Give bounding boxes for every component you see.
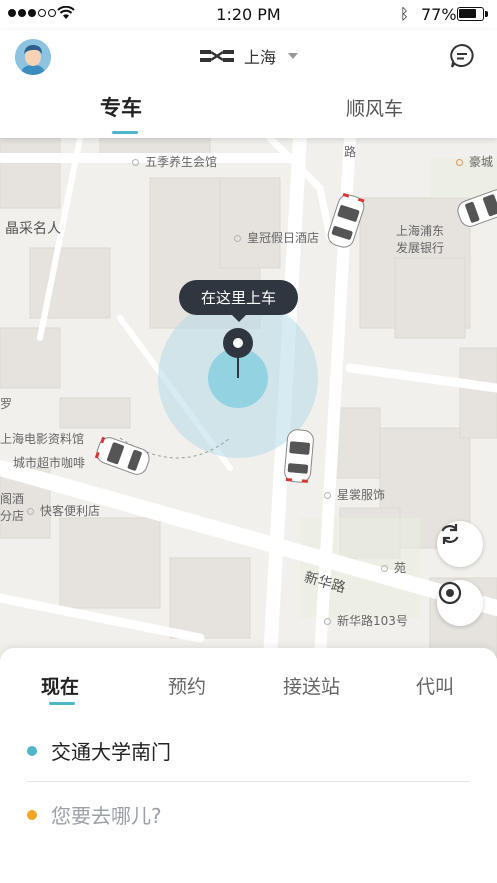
message-icon[interactable] — [448, 42, 476, 70]
map-label-haocheng: 豪城 — [456, 153, 493, 170]
map-label-xingchang: 星裳服饰 — [324, 486, 385, 503]
brand-logo-icon — [200, 50, 234, 62]
tab-now[interactable]: 现在 — [41, 672, 79, 699]
destination-placeholder: 您要去哪儿? — [51, 804, 162, 828]
mode-tab-indicator — [49, 702, 75, 705]
tab-indicator — [112, 131, 138, 134]
map-label-restaurant-2: 分店 — [0, 509, 25, 523]
map-label-convenience: 快客便利店 — [27, 502, 100, 519]
map-label-film-archive: 上海电影资料馆 — [0, 432, 85, 446]
map-label-road: 路 — [344, 145, 357, 159]
tab-zhuanche[interactable]: 专车 — [100, 92, 142, 122]
tab-reserve[interactable]: 预约 — [168, 672, 206, 699]
map-label-city-market: 城市超市咖啡 — [13, 456, 86, 470]
destination-input[interactable]: 您要去哪儿? — [27, 800, 162, 829]
pickup-dot-icon — [27, 745, 37, 756]
map-label-restaurant-1: 阁酒 — [0, 492, 25, 506]
locate-icon — [438, 581, 462, 605]
chevron-down-icon — [288, 53, 299, 59]
pickup-location-text: 交通大学南门 — [51, 740, 171, 764]
refresh-button[interactable] — [437, 521, 483, 567]
map-label-pudong-bank-1: 上海浦东 — [396, 224, 445, 238]
city-name: 上海 — [244, 48, 277, 67]
status-bar: 1:20 PM ᛒ 77% — [0, 0, 497, 30]
map-canvas — [0, 138, 497, 658]
map-label-wuji: 五季养生会馆 — [132, 153, 217, 170]
avatar[interactable] — [15, 39, 51, 75]
tab-airport-transfer[interactable]: 接送站 — [283, 672, 340, 699]
refresh-icon — [441, 524, 459, 544]
booking-panel: 现在 预约 接送站 代叫 交通大学南门 您要去哪儿? — [0, 648, 497, 883]
map-label-huangguan: 皇冠假日酒店 — [234, 229, 319, 246]
map-label-jingcai: 晶采名人 — [5, 221, 61, 237]
pickup-location-row[interactable]: 交通大学南门 — [27, 736, 171, 765]
map-label-pudong-bank-2: 发展银行 — [396, 241, 445, 255]
map-label-yuan: 苑 — [381, 559, 406, 576]
locate-button[interactable] — [437, 580, 483, 626]
tab-shunfengche[interactable]: 顺风车 — [346, 94, 403, 121]
bluetooth-icon: ᛒ — [400, 5, 410, 23]
battery-percent: 77% — [421, 5, 457, 24]
divider — [27, 781, 470, 782]
user-avatar-icon — [15, 39, 51, 75]
header: 上海 专车 顺风车 — [0, 30, 497, 138]
map-label-xinhua-103: 新华路103号 — [324, 612, 408, 629]
pickup-bubble[interactable]: 在这里上车 — [179, 280, 298, 322]
map-label-luo: 罗 — [0, 397, 13, 411]
map-view[interactable]: 五季养生会馆 豪城 晶采名人 皇冠假日酒店 上海浦东 发展银行 路 罗 上海电影… — [0, 138, 497, 658]
city-selector[interactable]: 上海 — [200, 44, 299, 68]
tab-call-for-others[interactable]: 代叫 — [416, 672, 454, 699]
battery-icon — [457, 7, 488, 21]
destination-dot-icon — [27, 809, 37, 820]
